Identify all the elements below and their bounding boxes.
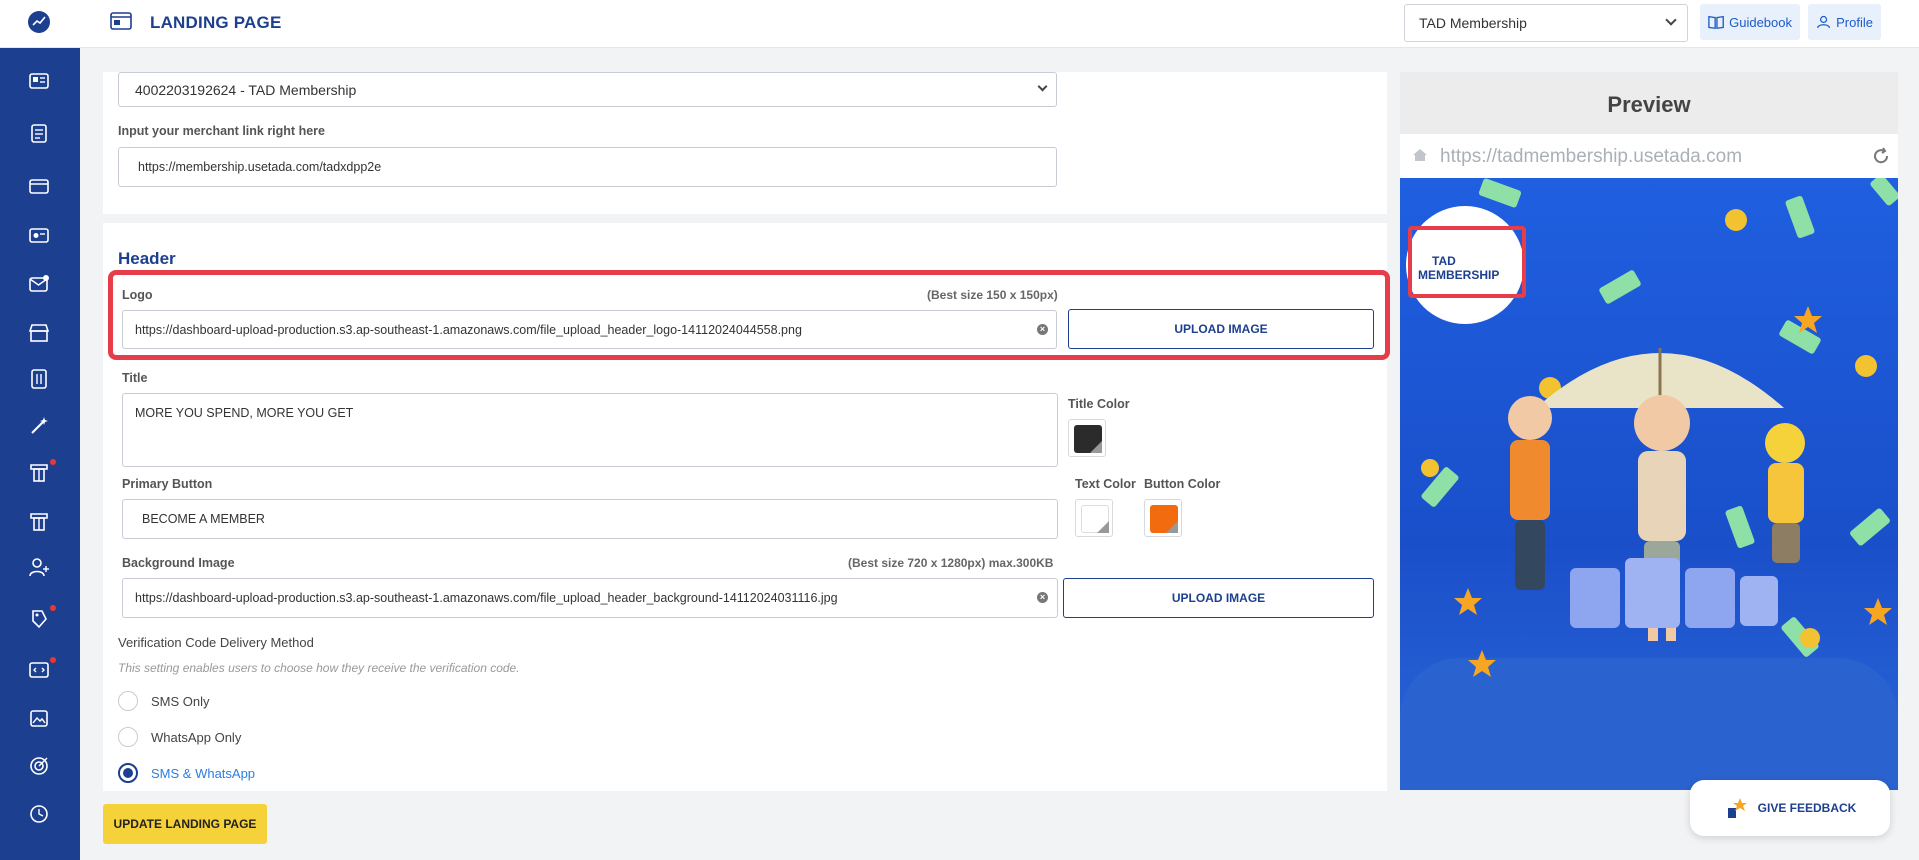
primary-button-label: Primary Button	[122, 477, 213, 491]
give-feedback-button[interactable]: GIVE FEEDBACK	[1690, 780, 1890, 836]
preview-panel: Preview https://tadmembership.usetada.co…	[1400, 72, 1898, 790]
merchant-account-value: 4002203192624 - TAD Membership	[135, 81, 357, 98]
sidebar-item-history[interactable]	[26, 801, 52, 827]
membership-select-value: TAD Membership	[1419, 15, 1527, 31]
history-icon	[30, 805, 48, 823]
document-icon	[31, 124, 47, 143]
membership-select[interactable]: TAD Membership	[1404, 4, 1688, 42]
title-input[interactable]: MORE YOU SPEND, MORE YOU GET	[122, 393, 1058, 467]
sidebar-item-gallery[interactable]	[26, 705, 52, 731]
menu-book-icon	[31, 369, 47, 389]
notification-dot	[50, 605, 56, 611]
sidebar-item-reports[interactable]	[26, 120, 52, 146]
promo-icon	[30, 513, 48, 531]
radio-sms-only[interactable]	[118, 691, 138, 711]
store-icon	[28, 324, 50, 342]
background-upload-button[interactable]: UPLOAD IMAGE	[1063, 578, 1374, 618]
sidebar-item-dashboard[interactable]	[26, 68, 52, 94]
preview-url: https://tadmembership.usetada.com	[1440, 146, 1743, 167]
app-logo[interactable]	[24, 7, 54, 37]
user-icon	[1817, 15, 1831, 29]
sidebar-item-campaigns[interactable]	[26, 413, 52, 439]
sidebar-item-targets[interactable]	[26, 753, 52, 779]
sidebar-item-cards[interactable]	[26, 173, 52, 199]
title-color-label: Title Color	[1068, 397, 1130, 411]
guidebook-button[interactable]: Guidebook	[1700, 4, 1800, 40]
voucher-icon	[29, 228, 49, 243]
option-whatsapp-only-label: WhatsApp Only	[151, 730, 242, 745]
text-color-label: Text Color	[1075, 477, 1136, 491]
notification-dot	[50, 459, 56, 465]
picker-corner-icon	[1090, 441, 1102, 453]
sidebar-item-messages[interactable]	[26, 271, 52, 297]
verification-label: Verification Code Delivery Method	[118, 635, 314, 650]
preview-logo-line2: MEMBERSHIP	[1418, 268, 1500, 282]
book-icon	[1708, 15, 1724, 30]
sidebar-item-tags[interactable]	[26, 605, 56, 631]
refresh-icon[interactable]	[1872, 147, 1890, 165]
code-page-icon	[29, 662, 49, 678]
magic-wand-icon	[31, 417, 48, 434]
profile-button[interactable]: Profile	[1808, 4, 1881, 40]
browser-window-icon	[110, 12, 132, 30]
sidebar-item-promo[interactable]	[26, 459, 56, 485]
sidebar-item-promo-2[interactable]	[26, 508, 52, 534]
background-url-input[interactable]: https://dashboard-upload-production.s3.a…	[122, 578, 1058, 618]
profile-label: Profile	[1836, 14, 1873, 30]
merchant-account-select[interactable]: 4002203192624 - TAD Membership	[118, 72, 1057, 107]
preview-url-bar: https://tadmembership.usetada.com	[1400, 134, 1898, 178]
home-icon	[1413, 149, 1427, 161]
notification-dot	[50, 657, 56, 663]
guidebook-label: Guidebook	[1729, 14, 1792, 30]
primary-button-input[interactable]: BECOME A MEMBER	[122, 499, 1058, 539]
picker-corner-icon	[1097, 521, 1109, 533]
mail-icon	[29, 275, 49, 292]
merchant-link-input[interactable]: https://membership.usetada.com/tadxdpp2e	[118, 147, 1057, 187]
page-title: LANDING PAGE	[150, 13, 282, 32]
preview-hero-image: TAD MEMBERSHIP	[1400, 178, 1898, 790]
title-label: Title	[122, 371, 148, 385]
chart-logo-icon	[28, 11, 50, 33]
header-section-title: Header	[118, 249, 176, 268]
feedback-icon	[1727, 798, 1747, 818]
chevron-down-icon	[1665, 14, 1677, 26]
merchant-link-label: Input your merchant link right here	[118, 124, 325, 138]
sidebar-item-landing-page[interactable]	[26, 657, 56, 683]
logo-highlight-box	[108, 270, 1390, 360]
preview-title: Preview	[1607, 92, 1691, 117]
background-url-value: https://dashboard-upload-production.s3.a…	[135, 591, 838, 605]
chevron-down-icon	[1037, 81, 1048, 92]
option-sms-whatsapp-label: SMS & WhatsApp	[151, 766, 256, 781]
merchant-card: 4002203192624 - TAD Membership Input you…	[103, 72, 1387, 214]
tag-icon	[32, 610, 47, 629]
target-icon	[30, 757, 48, 775]
sidebar	[0, 0, 80, 860]
update-landing-page-button[interactable]: UPDATE LANDING PAGE	[103, 804, 267, 844]
user-add-icon	[29, 558, 49, 577]
radio-whatsapp-only[interactable]	[118, 727, 138, 747]
sidebar-item-stores[interactable]	[26, 320, 52, 346]
give-feedback-label: GIVE FEEDBACK	[1757, 801, 1857, 815]
sidebar-item-menu[interactable]	[26, 366, 52, 392]
top-bar: LANDING PAGE TAD Membership Guidebook Pr…	[80, 0, 1919, 48]
card-icon	[29, 179, 49, 194]
image-folder-icon	[30, 710, 48, 727]
background-size-hint: (Best size 720 x 1280px) max.300KB	[848, 556, 1054, 570]
background-image-label: Background Image	[122, 556, 235, 570]
button-color-label: Button Color	[1144, 477, 1221, 491]
dashboard-icon	[29, 73, 49, 89]
promo-icon	[30, 464, 48, 482]
clear-icon[interactable]: ×	[1037, 592, 1048, 603]
title-color-picker[interactable]	[1068, 419, 1106, 457]
option-sms-only-label: SMS Only	[151, 694, 210, 709]
text-color-picker[interactable]	[1075, 499, 1113, 537]
sidebar-item-members[interactable]	[26, 554, 52, 580]
verification-description: This setting enables users to choose how…	[118, 661, 520, 675]
picker-corner-icon	[1166, 521, 1178, 533]
preview-logo: TAD MEMBERSHIP	[1418, 254, 1499, 282]
button-color-picker[interactable]	[1144, 499, 1182, 537]
radio-sms-whatsapp[interactable]	[118, 763, 138, 783]
sidebar-item-vouchers[interactable]	[26, 222, 52, 248]
preview-logo-line1: TAD	[1432, 254, 1456, 268]
